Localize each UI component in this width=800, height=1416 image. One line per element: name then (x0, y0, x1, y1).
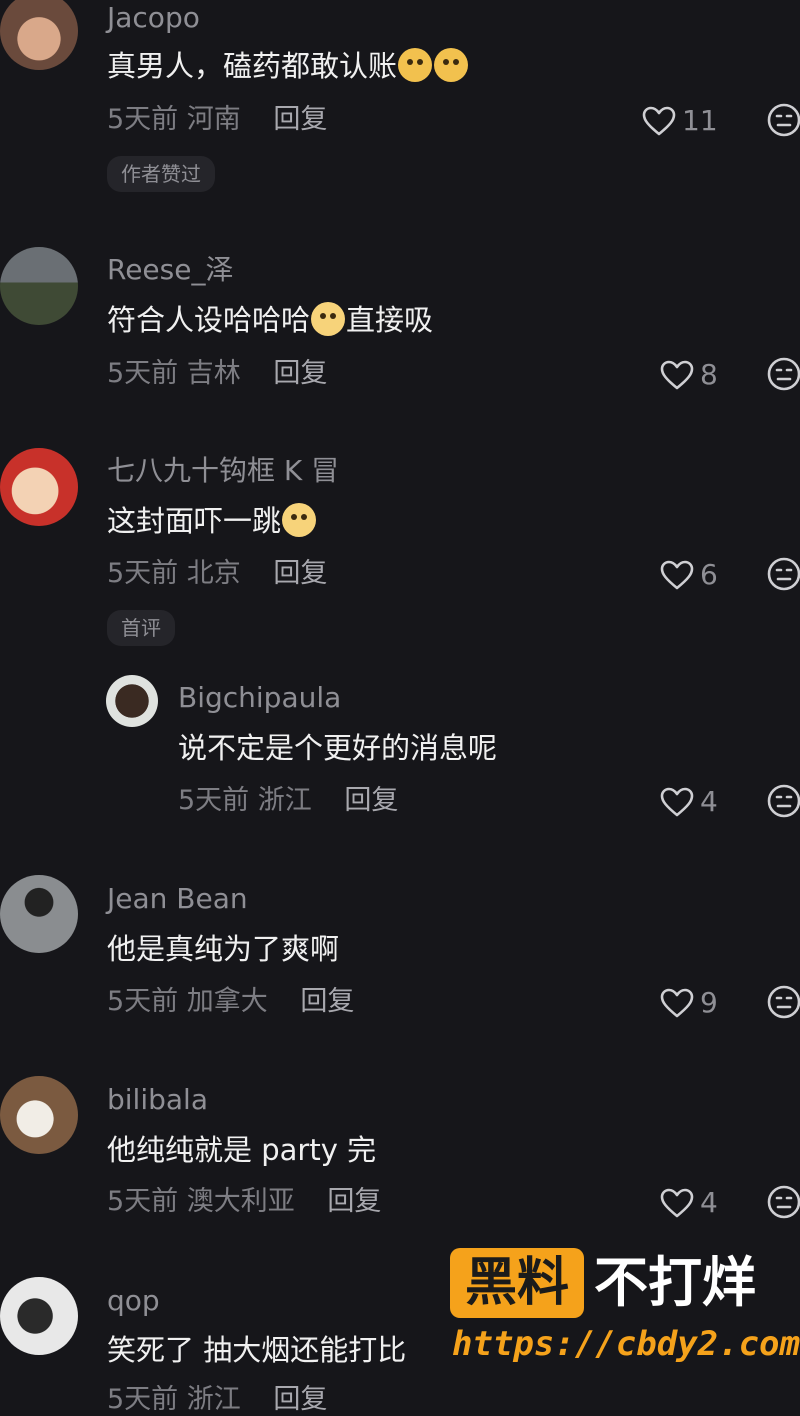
time: 5天前 (107, 1384, 179, 1415)
comment-text-content: 真男人，磕药都敢认账 (107, 49, 398, 83)
heart-icon (660, 360, 694, 390)
user-avatar[interactable] (106, 675, 158, 727)
user-avatar[interactable] (0, 247, 78, 325)
crying-laugh-emoji-icon (311, 302, 346, 336)
username[interactable]: bilibala (107, 1084, 208, 1116)
reply-button[interactable]: 回复 (273, 358, 327, 389)
like-button[interactable]: 8 (660, 358, 718, 391)
like-count: 11 (682, 104, 718, 137)
dislike-icon[interactable] (766, 1184, 800, 1220)
comment-meta: 5天前 北京 回复 (107, 558, 327, 590)
watermark-url: https://cbdy2.com (452, 1324, 800, 1364)
author-liked-badge: 作者赞过 (107, 156, 215, 192)
heart-icon (660, 1188, 694, 1218)
comment-meta: 5天前 浙江 回复 (178, 785, 398, 817)
crying-emoji-icon (282, 503, 317, 537)
heart-icon (642, 106, 676, 136)
comment-text-content: 这封面吓一跳 (107, 504, 282, 538)
location: 河南 (186, 104, 241, 135)
like-count: 8 (700, 358, 718, 391)
user-avatar[interactable] (0, 448, 78, 526)
user-avatar[interactable] (0, 0, 78, 70)
comment-meta: 5天前 河南 回复 (107, 104, 327, 136)
username[interactable]: Jacopo (107, 2, 200, 34)
reply-button[interactable]: 回复 (273, 104, 327, 135)
dislike-icon[interactable] (766, 356, 800, 392)
first-comment-badge: 首评 (107, 610, 175, 646)
comment-meta: 5天前 吉林 回复 (107, 358, 327, 390)
location: 吉林 (186, 358, 241, 389)
location: 北京 (186, 558, 241, 589)
meerkat-emoji-icon (398, 48, 433, 82)
like-count: 9 (700, 986, 718, 1019)
time: 5天前 (107, 358, 179, 389)
heart-icon (660, 787, 694, 817)
location: 浙江 (257, 785, 312, 816)
username[interactable]: Reese_泽 (107, 254, 233, 286)
meerkat-emoji-icon (434, 48, 469, 82)
watermark-slogan: 不打烊 (594, 1251, 756, 1314)
heart-icon (660, 560, 694, 590)
user-avatar[interactable] (0, 875, 78, 953)
watermark: 黑料 不打烊 https://cbdy2.com (450, 1248, 800, 1378)
comment-text: 说不定是个更好的消息呢 (178, 731, 498, 765)
location: 浙江 (186, 1384, 241, 1415)
comment-meta: 5天前 澳大利亚 回复 (107, 1186, 381, 1218)
comment-text: 笑死了 抽大烟还能打比 (107, 1333, 407, 1367)
reply-button[interactable]: 回复 (300, 986, 354, 1017)
like-count: 4 (700, 785, 718, 818)
user-avatar[interactable] (0, 1076, 78, 1154)
comment-text: 他是真纯为了爽啊 (107, 932, 340, 966)
like-button[interactable]: 11 (642, 104, 718, 137)
time: 5天前 (107, 104, 179, 135)
like-button[interactable]: 6 (660, 558, 718, 591)
like-button[interactable]: 4 (660, 785, 718, 818)
comment-meta: 5天前 浙江 回复 (107, 1384, 327, 1416)
like-button[interactable]: 9 (660, 986, 718, 1019)
comment-text-part: 符合人设哈哈哈 (107, 303, 311, 337)
like-count: 6 (700, 558, 718, 591)
reply-button[interactable]: 回复 (273, 1384, 327, 1415)
time: 5天前 (107, 1186, 179, 1217)
comment-text: 符合人设哈哈哈 直接吸 (107, 302, 433, 338)
like-count: 4 (700, 1186, 718, 1219)
reply-button[interactable]: 回复 (273, 558, 327, 589)
time: 5天前 (107, 558, 179, 589)
comment-text-part: 直接吸 (346, 303, 434, 337)
dislike-icon[interactable] (766, 783, 800, 819)
dislike-icon[interactable] (766, 102, 800, 138)
username[interactable]: qop (107, 1285, 160, 1317)
comment-meta: 5天前 加拿大 回复 (107, 986, 354, 1018)
location: 加拿大 (186, 986, 268, 1017)
user-avatar[interactable] (0, 1277, 78, 1355)
reply-button[interactable]: 回复 (344, 785, 398, 816)
dislike-icon[interactable] (766, 984, 800, 1020)
username[interactable]: 七八九十钩框 K 冒 (107, 455, 339, 487)
reply-button[interactable]: 回复 (327, 1186, 381, 1217)
dislike-icon[interactable] (766, 556, 800, 592)
location: 澳大利亚 (186, 1186, 295, 1217)
heart-icon (660, 988, 694, 1018)
watermark-logo-box: 黑料 (450, 1248, 584, 1318)
time: 5天前 (178, 785, 250, 816)
comment-text: 他纯纯就是 party 完 (107, 1133, 377, 1167)
username[interactable]: Bigchipaula (178, 682, 341, 714)
comment-text: 这封面吓一跳 (107, 503, 317, 539)
time: 5天前 (107, 986, 179, 1017)
like-button[interactable]: 4 (660, 1186, 718, 1219)
username[interactable]: Jean Bean (107, 883, 248, 915)
comment-text: 真男人，磕药都敢认账 (107, 48, 469, 84)
